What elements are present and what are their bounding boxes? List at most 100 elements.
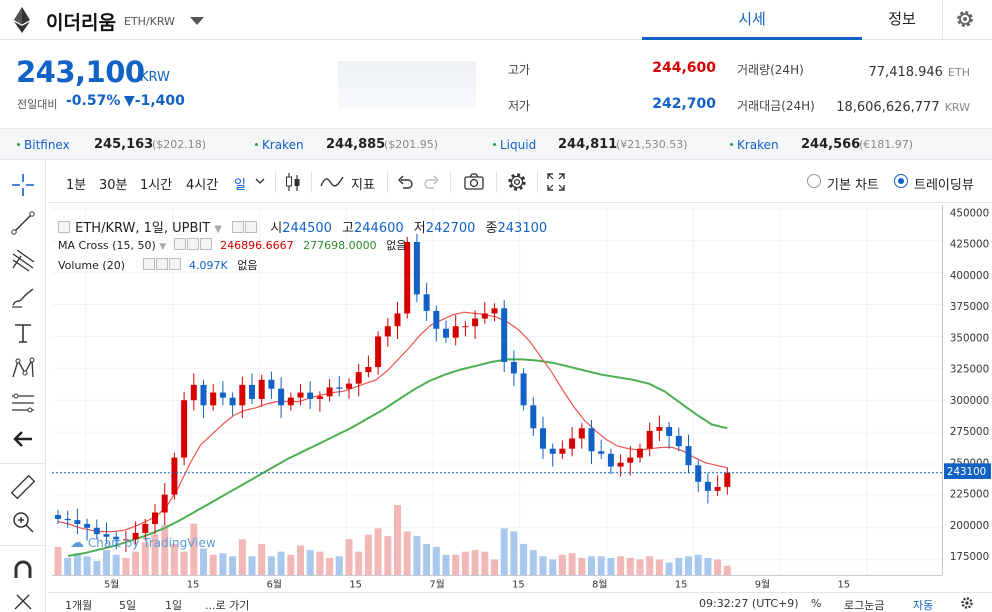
ruler-icon[interactable] [9,473,37,501]
candle-body[interactable] [384,326,391,337]
candle-body[interactable] [666,427,673,436]
radio-basic-chart[interactable] [807,174,821,188]
candle-body[interactable] [472,318,479,327]
tab-price[interactable]: 시세 [642,0,862,40]
candle-body[interactable] [190,384,197,401]
candle-body[interactable] [336,387,343,389]
candle-style-icon[interactable] [283,171,303,193]
candle-body[interactable] [578,428,585,439]
candle-body[interactable] [210,392,217,406]
candle-body[interactable] [452,326,459,338]
price-axis[interactable]: 1750002000002250002500002750003000003250… [942,205,992,575]
candle-body[interactable] [675,435,682,447]
candle-body[interactable] [646,430,653,449]
candle-body[interactable] [443,328,449,338]
candle-body[interactable] [346,383,352,389]
candle-body[interactable] [598,451,605,454]
candle-body[interactable] [297,392,304,398]
go-to-date[interactable]: ...로 가기 [205,597,249,612]
range-1m[interactable]: 1개월 [65,597,92,612]
candle-body[interactable] [181,400,188,458]
candle-body[interactable] [171,457,178,495]
candle-body[interactable] [278,388,285,406]
candle-body[interactable] [249,384,255,399]
radio-tradingview[interactable] [894,174,908,188]
candle-body[interactable] [559,448,566,454]
candle-body[interactable] [229,397,236,406]
candle-body[interactable] [219,392,226,398]
candle-body[interactable] [74,520,81,524]
interval-30m[interactable]: 30분 [99,174,128,193]
candle-body[interactable] [258,379,265,399]
candle-body[interactable] [413,242,420,295]
pattern-icon[interactable] [9,355,37,383]
text-icon[interactable] [9,319,37,347]
candle-body[interactable] [704,481,711,491]
candle-body[interactable] [152,512,158,524]
interval-1m[interactable]: 1분 [66,174,86,193]
brush-icon[interactable] [9,283,37,311]
indicators-button[interactable]: 지표 [351,174,375,193]
ticker-exchange[interactable]: Kraken [737,138,779,152]
pitchfork-icon[interactable] [9,246,37,274]
tab-info[interactable]: 정보 [862,0,942,40]
candle-body[interactable] [481,313,488,319]
magnet-icon[interactable] [9,556,37,584]
candle-body[interactable] [656,427,663,431]
back-arrow-icon[interactable] [9,425,37,453]
candle-body[interactable] [239,384,246,406]
candle-body[interactable] [287,397,294,406]
lock-icon[interactable] [9,589,37,612]
percent-toggle[interactable]: % [811,597,821,610]
ticker-exchange[interactable]: Kraken [262,138,304,152]
ticker-exchange[interactable]: Bitfinex [24,138,70,152]
candle-body[interactable] [394,313,401,327]
candle-body[interactable] [142,523,149,533]
candle-body[interactable] [375,336,382,368]
time-axis[interactable]: 5월 15 6월 15 7월 15 8월 15 9월 15 [52,575,942,591]
candle-body[interactable] [695,465,702,482]
gear-icon[interactable] [960,596,974,610]
candle-body[interactable] [84,523,91,528]
settings-icon[interactable] [506,171,528,193]
interval-1h[interactable]: 1시간 [140,174,172,193]
candle-body[interactable] [714,486,721,491]
basic-chart-label[interactable]: 기본 차트 [827,174,879,193]
candle-body[interactable] [316,396,323,399]
candle-body[interactable] [530,405,537,429]
trend-line-icon[interactable] [9,209,37,237]
fullscreen-icon[interactable] [545,171,567,193]
candle-body[interactable] [549,448,556,454]
candle-body[interactable] [569,438,576,449]
coin-select-caret-icon[interactable] [190,17,204,25]
candle-body[interactable] [617,462,624,467]
candle-body[interactable] [540,428,546,449]
camera-icon[interactable] [463,172,485,192]
range-1d[interactable]: 1일 [165,597,182,612]
candle-body[interactable] [161,494,168,513]
indicators-icon[interactable] [319,173,345,191]
candle-body[interactable] [637,448,643,458]
candle-body[interactable] [365,367,372,373]
ticker-exchange[interactable]: Liquid [500,138,536,152]
candle-body[interactable] [268,379,275,389]
zoom-icon[interactable] [9,508,37,536]
candle-body[interactable] [93,527,100,535]
candle-body[interactable] [423,294,430,311]
range-5d[interactable]: 5일 [119,597,136,612]
legend-caret-icon[interactable]: ▼ [214,224,222,235]
candle-body[interactable] [510,361,517,374]
undo-icon[interactable] [397,173,413,191]
candle-body[interactable] [64,518,71,521]
redo-icon[interactable] [424,173,440,191]
log-toggle[interactable]: 로그눈금 [844,597,884,612]
candle-body[interactable] [491,308,498,314]
candle-body[interactable] [501,308,508,362]
candle-body[interactable] [307,392,314,399]
candle-body[interactable] [355,372,362,384]
chevron-down-icon[interactable] [255,177,265,185]
candle-body[interactable] [724,472,731,487]
interval-4h[interactable]: 4시간 [186,174,218,193]
candle-body[interactable] [433,310,440,329]
candle-body[interactable] [627,457,634,463]
